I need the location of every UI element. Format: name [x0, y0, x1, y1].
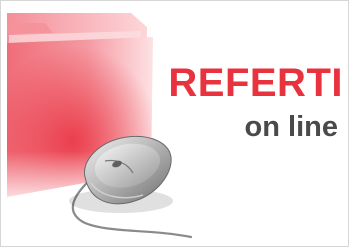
- referti-online-banner[interactable]: REFERTI on line: [0, 0, 349, 247]
- banner-title: REFERTI: [168, 61, 343, 105]
- banner-subtitle: on line: [244, 111, 338, 143]
